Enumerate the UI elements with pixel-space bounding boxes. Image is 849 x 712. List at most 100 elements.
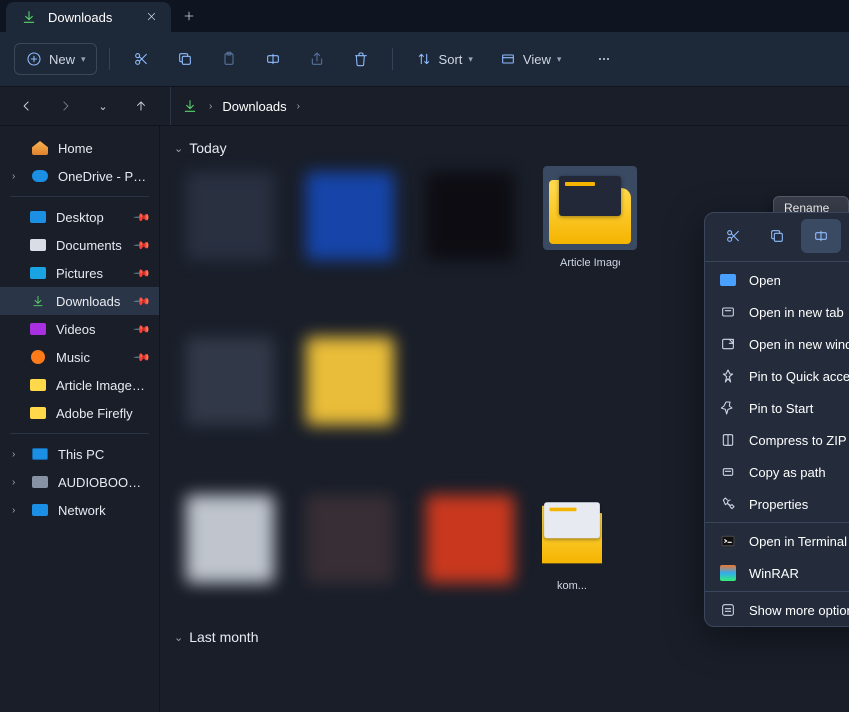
content-pane[interactable]: ⌄ Today Articl	[160, 126, 849, 712]
tab-title: Downloads	[48, 10, 112, 25]
delete-button[interactable]	[342, 44, 380, 74]
sidebar-item-label: This PC	[58, 447, 149, 462]
chevron-right-icon[interactable]: ›	[297, 101, 300, 112]
cm-item-winrar[interactable]: WinRAR ›	[705, 557, 849, 589]
cm-item-show-more[interactable]: Show more options Shift+F10	[705, 594, 849, 626]
folder-icon	[549, 172, 631, 244]
sidebar-item-desktop[interactable]: Desktop 📌	[0, 203, 159, 231]
sidebar-item-label: AUDIOBOOKS (D:)	[58, 475, 149, 490]
sidebar-item-music[interactable]: Music 📌	[0, 343, 159, 371]
sidebar-separator	[10, 433, 149, 434]
chevron-right-icon[interactable]: ›	[12, 505, 22, 516]
sidebar-item-label: Article Images 2022	[56, 378, 149, 393]
folder-icon	[542, 499, 602, 564]
chevron-down-icon: ▾	[468, 54, 473, 65]
cm-item-open[interactable]: Open Enter	[705, 264, 849, 296]
sidebar-item-adobe-firefly[interactable]: Adobe Firefly	[0, 399, 159, 427]
sidebar-item-pictures[interactable]: Pictures 📌	[0, 259, 159, 287]
chevron-down-icon: ⌄	[98, 100, 107, 113]
rename-icon	[264, 50, 282, 68]
tab-downloads[interactable]: Downloads	[6, 2, 171, 32]
sidebar-item-videos[interactable]: Videos 📌	[0, 315, 159, 343]
back-button[interactable]	[14, 93, 40, 119]
clipboard-icon	[220, 50, 238, 68]
paste-button[interactable]	[210, 44, 248, 74]
cut-button[interactable]	[122, 44, 160, 74]
toolbar: New ▾ Sort ▾	[0, 32, 849, 86]
list-item[interactable]	[182, 331, 278, 466]
sidebar-separator	[10, 196, 149, 197]
toolbar-separator	[109, 48, 110, 70]
sidebar-item-documents[interactable]: Documents 📌	[0, 231, 159, 259]
sort-button[interactable]: Sort ▾	[405, 44, 483, 74]
cm-item-copy-path[interactable]: Copy as path Ctrl+Shift+C	[705, 456, 849, 488]
sidebar-item-article-images[interactable]: Article Images 2022	[0, 371, 159, 399]
recent-locations-button[interactable]: ⌄	[90, 93, 116, 119]
cm-item-properties[interactable]: Properties Alt+Enter	[705, 488, 849, 520]
cm-item-open-new-window[interactable]: Open in new window	[705, 328, 849, 360]
list-item[interactable]	[182, 166, 278, 301]
new-label: New	[49, 52, 75, 67]
forward-button[interactable]	[52, 93, 78, 119]
chevron-right-icon[interactable]: ›	[209, 101, 212, 112]
rename-icon	[812, 227, 830, 245]
list-item-selected[interactable]: Article Images 2023	[542, 166, 638, 301]
rename-button[interactable]	[254, 44, 292, 74]
group-header-label: Today	[189, 140, 226, 156]
sort-icon	[415, 50, 433, 68]
chevron-right-icon[interactable]: ›	[12, 171, 22, 182]
winrar-icon	[719, 564, 737, 582]
group-header-last-month[interactable]: ⌄ Last month	[174, 629, 835, 645]
sidebar-item-audiobooks[interactable]: › AUDIOBOOKS (D:)	[0, 468, 159, 496]
folder-open-icon	[719, 271, 737, 289]
breadcrumb-segment[interactable]: Downloads	[222, 99, 286, 114]
list-item[interactable]	[422, 166, 518, 301]
copy-icon	[176, 50, 194, 68]
cm-item-pin-start[interactable]: Pin to Start	[705, 392, 849, 424]
chevron-right-icon[interactable]: ›	[12, 449, 22, 460]
cm-cut-button[interactable]	[713, 219, 753, 253]
cm-item-open-new-tab[interactable]: Open in new tab	[705, 296, 849, 328]
list-item[interactable]: kom...	[542, 489, 602, 609]
view-button[interactable]: View ▾	[489, 44, 571, 74]
share-button[interactable]	[298, 44, 336, 74]
navbar: ⌄ › Downloads ›	[0, 86, 849, 126]
more-button[interactable]	[585, 44, 623, 74]
cm-item-compress[interactable]: Compress to ZIP file	[705, 424, 849, 456]
list-item[interactable]	[302, 489, 398, 609]
cm-item-terminal[interactable]: Open in Terminal	[705, 525, 849, 557]
trash-icon	[352, 50, 370, 68]
list-item[interactable]	[302, 166, 398, 301]
cm-delete-button[interactable]	[845, 219, 849, 253]
group-header-today[interactable]: ⌄ Today	[174, 140, 835, 156]
context-menu: Open Enter Open in new tab Open in new w…	[704, 212, 849, 627]
new-tab-button[interactable]	[171, 0, 207, 32]
copy-path-icon	[719, 463, 737, 481]
toolbar-separator	[392, 48, 393, 70]
sidebar-item-home[interactable]: Home	[0, 134, 159, 162]
zip-icon	[719, 431, 737, 449]
cm-copy-button[interactable]	[757, 219, 797, 253]
close-icon[interactable]	[146, 10, 157, 25]
breadcrumb[interactable]: › Downloads ›	[170, 87, 310, 125]
new-window-icon	[719, 335, 737, 353]
cm-item-pin-quick[interactable]: Pin to Quick access	[705, 360, 849, 392]
download-icon	[181, 97, 199, 115]
chevron-right-icon[interactable]: ›	[12, 477, 22, 488]
list-item[interactable]	[182, 489, 278, 609]
new-button[interactable]: New ▾	[14, 43, 97, 75]
scissors-icon	[132, 50, 150, 68]
sort-label: Sort	[439, 52, 463, 67]
sidebar-item-onedrive[interactable]: › OneDrive - Personal	[0, 162, 159, 190]
list-item[interactable]	[422, 489, 518, 609]
sidebar-item-this-pc[interactable]: › This PC	[0, 440, 159, 468]
terminal-icon	[719, 532, 737, 550]
sidebar-item-network[interactable]: › Network	[0, 496, 159, 524]
sidebar-item-label: Home	[58, 141, 149, 156]
more-icon	[719, 601, 737, 619]
up-button[interactable]	[128, 93, 154, 119]
copy-button[interactable]	[166, 44, 204, 74]
sidebar-item-downloads[interactable]: Downloads 📌	[0, 287, 159, 315]
cm-rename-button[interactable]	[801, 219, 841, 253]
list-item[interactable]	[302, 331, 398, 466]
